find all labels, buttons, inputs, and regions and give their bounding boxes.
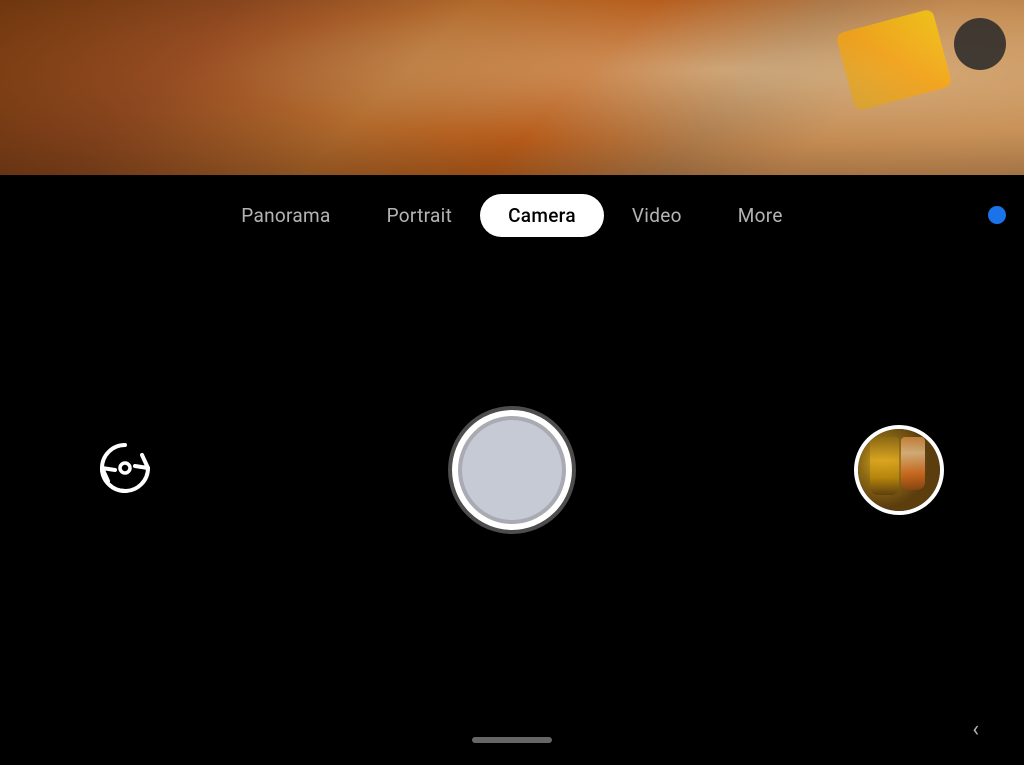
back-button[interactable]: ‹ bbox=[967, 712, 984, 747]
mode-video[interactable]: Video bbox=[604, 194, 710, 237]
lens-button[interactable] bbox=[954, 18, 1006, 70]
back-chevron-icon: ‹ bbox=[972, 717, 979, 742]
mode-panorama[interactable]: Panorama bbox=[213, 194, 358, 237]
home-indicator[interactable] bbox=[472, 737, 552, 743]
notification-dot bbox=[988, 206, 1006, 224]
viewfinder bbox=[0, 0, 1024, 175]
controls-area bbox=[0, 255, 1024, 685]
last-photo-thumbnail bbox=[858, 429, 940, 511]
mode-more[interactable]: More bbox=[710, 194, 811, 237]
flip-camera-icon bbox=[90, 433, 160, 507]
flip-camera-button[interactable] bbox=[80, 425, 170, 515]
mode-portrait[interactable]: Portrait bbox=[359, 194, 480, 237]
shutter-button[interactable] bbox=[452, 410, 572, 530]
shutter-inner bbox=[462, 420, 562, 520]
gallery-thumbnail[interactable] bbox=[854, 425, 944, 515]
mode-camera[interactable]: Camera bbox=[480, 194, 604, 237]
mode-bar: Panorama Portrait Camera Video More bbox=[0, 175, 1024, 255]
bottom-bar: ‹ bbox=[0, 685, 1024, 745]
